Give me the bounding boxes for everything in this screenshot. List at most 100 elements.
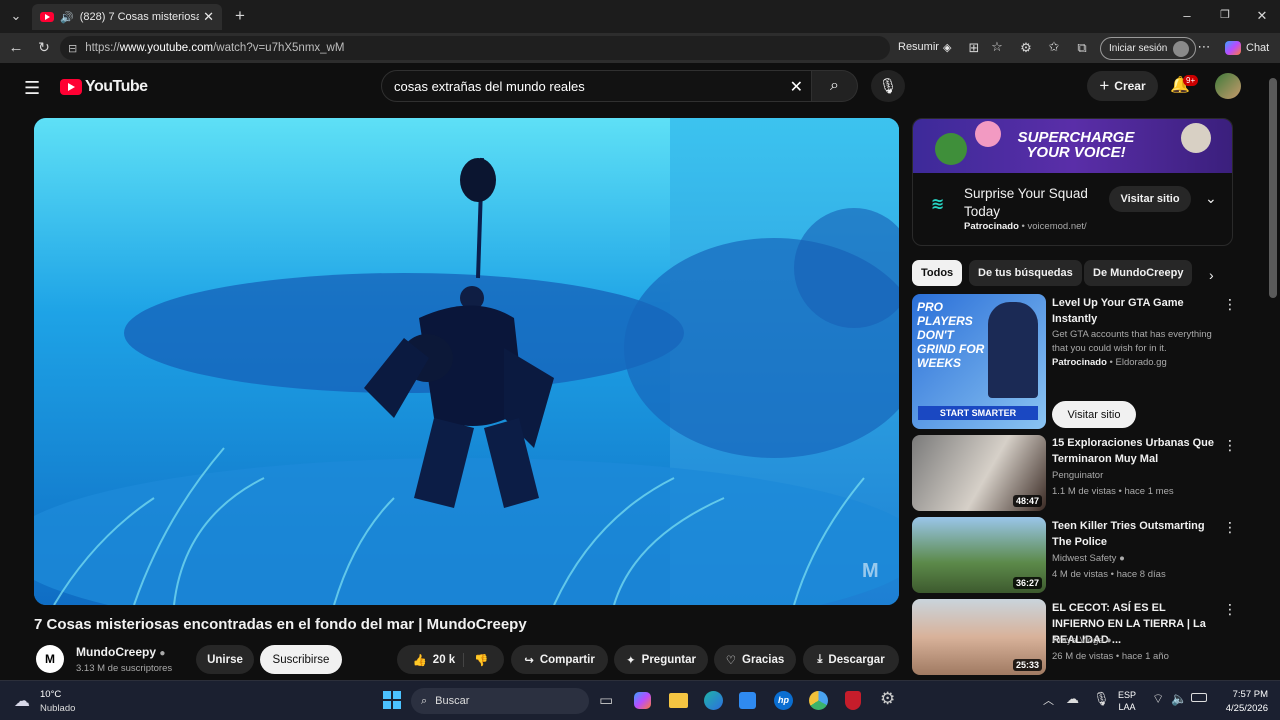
speaker-icon[interactable]: 🔊 [60,11,74,24]
channel-avatar[interactable]: M [36,645,64,673]
clear-search-icon[interactable]: ✕ [790,77,803,97]
back-icon[interactable]: ← [6,39,26,56]
share-button[interactable]: ↪ Compartir [511,645,608,674]
windows-start-icon[interactable] [383,691,401,709]
ad-banner[interactable]: SUPERCHARGE YOUR VOICE! [913,119,1232,173]
youtube-logo[interactable]: YouTube [60,78,148,96]
refresh-icon[interactable]: ↻ [34,39,54,56]
youtube-favicon-icon [40,12,54,22]
tab-title: (828) 7 Cosas misteriosas enc [79,11,200,23]
store-icon[interactable] [739,692,756,709]
thumbs-down-icon[interactable]: 👎 [470,653,488,667]
tab-menu-chevron-icon[interactable]: ⌄ [6,8,26,24]
chat-button[interactable]: Chat [1225,41,1269,55]
volume-icon[interactable]: 🔈 [1171,691,1187,707]
video-thumbnail-2[interactable]: 36:27 [912,517,1046,593]
promo-domain: Eldorado.gg [1115,357,1167,368]
keyboard-language[interactable]: ESP LAA [1118,689,1136,713]
chip-from-channel[interactable]: De MundoCreepy [1084,260,1193,286]
page-scrollbar[interactable] [1266,63,1280,680]
tray-chevron-icon[interactable]: ︿ [1043,692,1054,708]
battery-icon[interactable] [1191,693,1207,702]
create-button[interactable]: + Crear [1087,71,1158,101]
video-2-more-icon[interactable]: ⋮ [1223,519,1237,536]
maximize-icon[interactable]: ❐ [1216,8,1234,21]
url-field[interactable]: ⊟ https://www.youtube.com/watch?v=u7hX5n… [60,36,890,60]
close-window-icon[interactable]: ✕ [1253,8,1271,24]
ask-button[interactable]: ✦ Preguntar [614,645,708,674]
like-button[interactable]: 👍 20 k [412,652,465,667]
taskbar-search[interactable]: ⌕ Buscar [411,688,589,714]
clock-date[interactable]: 4/25/2026 [1214,703,1268,714]
channel-watermark[interactable]: M [862,560,879,583]
file-explorer-icon[interactable] [669,693,688,708]
share-label: Compartir [539,653,595,666]
chrome-like-icon[interactable] [809,691,828,710]
hamburger-menu-icon[interactable]: ☰ [24,78,40,99]
settings-gear-icon[interactable]: ⚙ [880,689,895,709]
chip-from-searches[interactable]: De tus búsquedas [969,260,1082,286]
search-input[interactable]: cosas extrañas del mundo reales ✕ [381,70,812,102]
video-1-more-icon[interactable]: ⋮ [1223,437,1237,454]
ad-title: Surprise Your Squad Today [964,186,1088,219]
weather-desc[interactable]: Nublado [40,703,75,714]
video-title-1[interactable]: 15 Exploraciones Urbanas Que Terminaron … [1052,435,1216,467]
voice-search-button[interactable]: 🎙 [871,70,905,102]
join-label: Unirse [207,653,243,666]
extension-icon[interactable]: ⚙ [1018,40,1034,56]
video-channel-3[interactable]: Araya Vlogs ● [1052,635,1112,646]
search-icon: ⌕ [830,77,839,94]
search-button[interactable]: ⌕ [812,70,858,102]
new-tab-icon[interactable]: + [231,6,249,26]
thanks-icon: ♡ [725,654,737,667]
video-thumbnail-1[interactable]: 48:47 [912,435,1046,511]
ad-visit-button[interactable]: Visitar sitio [1109,186,1191,212]
video-player[interactable] [34,118,899,605]
ad-card[interactable]: SUPERCHARGE YOUR VOICE! ≋ Surprise Your … [912,118,1233,246]
weather-cloud-icon[interactable]: ☁ [14,691,30,711]
promo-thumbnail[interactable]: PRO PLAYERS DON'T GRIND FOR WEEKS START … [912,294,1046,429]
mic-tray-icon[interactable]: 🎙 [1093,691,1110,707]
subscribe-button[interactable]: Suscribirse [260,645,342,674]
copilot-taskbar-icon[interactable] [634,692,651,709]
ad-expand-chevron-icon[interactable]: ⌄ [1205,190,1217,207]
user-avatar[interactable] [1215,73,1241,99]
minimize-icon[interactable]: – [1178,8,1196,23]
summarize-label: Resumir [898,41,939,53]
collections-icon[interactable]: ⧉ [1074,40,1090,56]
channel-name[interactable]: MundoCreepy ● [76,645,165,659]
task-view-icon[interactable]: ▭ [599,691,613,709]
browser-tab[interactable]: 🔊 (828) 7 Cosas misteriosas enc ✕ [32,4,222,30]
more-menu-icon[interactable]: ⋯ [1196,39,1212,55]
chip-todos[interactable]: Todos [912,260,963,286]
onedrive-icon[interactable]: ☁ [1066,691,1079,707]
video-title-2[interactable]: Teen Killer Tries Outsmarting The Police [1052,518,1216,550]
favorite-star-icon[interactable]: ☆ [989,39,1005,55]
weather-temp[interactable]: 10°C [40,689,61,700]
wifi-icon[interactable]: ⌔ [1152,691,1164,707]
join-button[interactable]: Unirse [196,645,254,674]
hp-icon[interactable]: hp [774,691,793,710]
edge-browser-icon[interactable] [704,691,723,710]
site-info-icon[interactable]: ⊟ [68,42,77,55]
chips-next-chevron-icon[interactable]: › [1209,267,1214,283]
close-tab-icon[interactable]: ✕ [203,9,214,25]
video-channel-2[interactable]: Midwest Safety ● [1052,553,1125,564]
scrollbar-thumb[interactable] [1269,78,1277,298]
video-channel-1[interactable]: Penguinator [1052,470,1103,481]
clock-time[interactable]: 7:57 PM [1224,689,1268,700]
signin-button[interactable]: Iniciar sesión [1100,37,1197,60]
apps-icon[interactable]: ⊞ [966,40,982,56]
download-button[interactable]: ⤓ Descargar [803,645,899,674]
thanks-button[interactable]: ♡ Gracias [714,645,796,674]
promo-more-icon[interactable]: ⋮ [1223,296,1237,313]
url-host: www.youtube.com [119,42,214,54]
antivirus-shield-icon[interactable] [845,691,861,710]
video-3-more-icon[interactable]: ⋮ [1223,601,1237,618]
favorites-icon[interactable]: ✩ [1046,39,1062,55]
ad-character-mid-icon [975,121,1001,147]
summarize-button[interactable]: Resumir ◈ [898,41,951,54]
promo-visit-button[interactable]: Visitar sitio [1052,401,1136,428]
promo-title[interactable]: Level Up Your GTA Game Instantly [1052,295,1216,327]
video-thumbnail-3[interactable]: 25:33 [912,599,1046,675]
